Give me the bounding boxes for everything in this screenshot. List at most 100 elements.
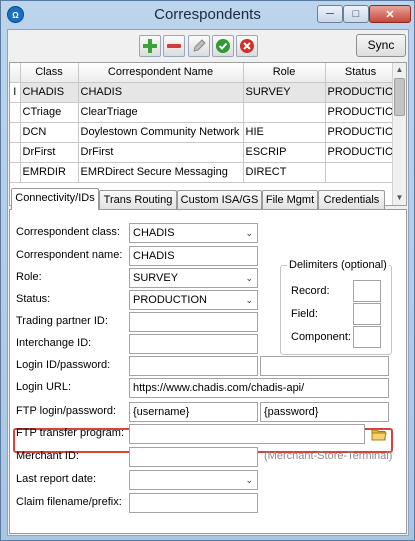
- correspondent-name-field[interactable]: CHADIS: [129, 246, 258, 266]
- row-indicator: I: [10, 82, 21, 103]
- status-value: PRODUCTION: [133, 294, 207, 306]
- correspondents-window: Ω Correspondents ─ □ ✕ Sync Class Corres…: [0, 0, 415, 541]
- checkmark-icon: [216, 39, 230, 53]
- row-indicator: [10, 162, 21, 183]
- table-row[interactable]: I CHADIS CHADIS SURVEY PRODUCTION: [10, 82, 397, 103]
- remove-button[interactable]: [163, 35, 185, 57]
- trading-partner-id-label: Trading partner ID:: [16, 315, 108, 327]
- grid-header-indicator: [10, 63, 21, 83]
- role-combo[interactable]: SURVEY ⌄: [129, 268, 258, 288]
- correspondent-class-value: CHADIS: [133, 227, 175, 239]
- cell-role[interactable]: HIE: [243, 122, 326, 143]
- minus-icon: [167, 44, 181, 48]
- cell-status[interactable]: [325, 162, 397, 183]
- ftp-password-field[interactable]: {password}: [260, 402, 389, 422]
- record-delimiter-field[interactable]: [353, 280, 381, 302]
- cell-class[interactable]: EMRDIR: [20, 162, 79, 183]
- x-circle-icon: [240, 39, 254, 53]
- last-report-date-picker[interactable]: ⌄: [129, 470, 258, 490]
- login-url-field[interactable]: https://www.chadis.com/chadis-api/: [129, 378, 389, 398]
- field-delimiter-label: Field:: [291, 308, 318, 320]
- cell-status[interactable]: PRODUCTION: [325, 122, 397, 143]
- column-header-role[interactable]: Role: [243, 63, 326, 83]
- status-combo[interactable]: PRODUCTION ⌄: [129, 290, 258, 310]
- merchant-id-label: Merchant ID:: [16, 450, 79, 462]
- delimiters-group: Delimiters (optional) Record: Field: Com…: [280, 259, 392, 355]
- field-delimiter-field[interactable]: [353, 303, 381, 325]
- row-indicator: [10, 122, 21, 143]
- cell-role[interactable]: ESCRIP: [243, 142, 326, 163]
- cell-status[interactable]: PRODUCTION: [325, 142, 397, 163]
- table-row[interactable]: EMRDIR EMRDirect Secure Messaging DIRECT: [10, 162, 397, 183]
- column-header-class[interactable]: Class: [20, 63, 79, 83]
- delimiters-title: Delimiters (optional): [287, 259, 389, 271]
- add-button[interactable]: [139, 35, 161, 57]
- cell-class[interactable]: DrFirst: [20, 142, 79, 163]
- login-password-field[interactable]: [260, 356, 389, 376]
- cell-class[interactable]: CHADIS: [20, 82, 79, 103]
- tab-strip: Connectivity/IDs Trans Routing Custom IS…: [9, 188, 407, 210]
- cell-name[interactable]: CHADIS: [78, 82, 244, 103]
- minimize-icon: ─: [326, 8, 334, 20]
- cell-class[interactable]: CTriage: [20, 102, 79, 123]
- last-report-date-label: Last report date:: [16, 473, 97, 485]
- scroll-up-arrow-icon[interactable]: ▲: [393, 63, 406, 77]
- folder-icon: [371, 429, 387, 441]
- correspondent-class-label: Correspondent class:: [16, 226, 120, 238]
- claim-filename-prefix-field[interactable]: [129, 493, 258, 513]
- cell-role[interactable]: [243, 102, 326, 123]
- chevron-down-icon: ⌄: [245, 273, 253, 283]
- table-row[interactable]: DCN Doylestown Community Network HIE PRO…: [10, 122, 397, 143]
- cell-role[interactable]: SURVEY: [243, 82, 326, 103]
- cell-class[interactable]: DCN: [20, 122, 79, 143]
- scroll-thumb[interactable]: [394, 78, 405, 116]
- correspondents-grid[interactable]: Class Correspondent Name Role Status I C…: [9, 62, 407, 206]
- edit-button[interactable]: [188, 35, 210, 57]
- grid-scrollbar[interactable]: ▲ ▼: [392, 63, 406, 205]
- tab-connectivity-ids[interactable]: Connectivity/IDs: [11, 188, 99, 210]
- table-row[interactable]: DrFirst DrFirst ESCRIP PRODUCTION: [10, 142, 397, 163]
- browse-folder-button[interactable]: [369, 426, 389, 444]
- interchange-id-label: Interchange ID:: [16, 337, 92, 349]
- column-header-name[interactable]: Correspondent Name: [78, 63, 244, 83]
- cell-name[interactable]: ClearTriage: [78, 102, 244, 123]
- interchange-id-field[interactable]: [129, 334, 258, 354]
- title-bar[interactable]: Ω Correspondents ─ □ ✕: [1, 1, 414, 29]
- cell-name[interactable]: EMRDirect Secure Messaging: [78, 162, 244, 183]
- tab-trans-routing[interactable]: Trans Routing: [99, 190, 177, 209]
- cancel-button[interactable]: [236, 35, 258, 57]
- correspondent-class-combo[interactable]: CHADIS ⌄: [129, 223, 258, 243]
- tab-file-mgmt[interactable]: File Mgmt: [262, 190, 318, 209]
- role-value: SURVEY: [133, 272, 179, 284]
- tab-credentials[interactable]: Credentials: [318, 190, 385, 209]
- row-indicator: [10, 102, 21, 123]
- merchant-id-field[interactable]: [129, 447, 258, 467]
- cell-status[interactable]: PRODUCTION: [325, 82, 397, 103]
- ftp-transfer-program-field[interactable]: [129, 424, 365, 444]
- trading-partner-id-field[interactable]: [129, 312, 258, 332]
- sync-button[interactable]: Sync: [356, 34, 406, 57]
- accept-button[interactable]: [212, 35, 234, 57]
- pencil-icon: [193, 39, 206, 52]
- chevron-down-icon: ⌄: [245, 228, 253, 238]
- cell-role[interactable]: DIRECT: [243, 162, 326, 183]
- plus-icon: [143, 39, 157, 53]
- login-id-field[interactable]: [129, 356, 258, 376]
- connectivity-panel: Correspondent class: CHADIS ⌄ Correspond…: [9, 209, 407, 534]
- cell-name[interactable]: Doylestown Community Network: [78, 122, 244, 143]
- merchant-id-hint: (Merchant-Store-Terminal): [264, 450, 393, 462]
- close-icon: ✕: [385, 8, 395, 21]
- ftp-transfer-program-label: FTP transfer program:: [16, 427, 124, 439]
- component-delimiter-field[interactable]: [353, 326, 381, 348]
- column-header-status[interactable]: Status: [325, 63, 397, 83]
- ftp-login-field[interactable]: {username}: [129, 402, 258, 422]
- tab-custom-isa-gs[interactable]: Custom ISA/GS: [177, 190, 262, 209]
- cell-name[interactable]: DrFirst: [78, 142, 244, 163]
- maximize-button[interactable]: □: [343, 5, 369, 23]
- role-label: Role:: [16, 271, 42, 283]
- table-row[interactable]: CTriage ClearTriage PRODUCTION: [10, 102, 397, 123]
- cell-status[interactable]: PRODUCTION: [325, 102, 397, 123]
- maximize-icon: □: [352, 8, 360, 20]
- close-button[interactable]: ✕: [369, 5, 411, 23]
- minimize-button[interactable]: ─: [317, 5, 343, 23]
